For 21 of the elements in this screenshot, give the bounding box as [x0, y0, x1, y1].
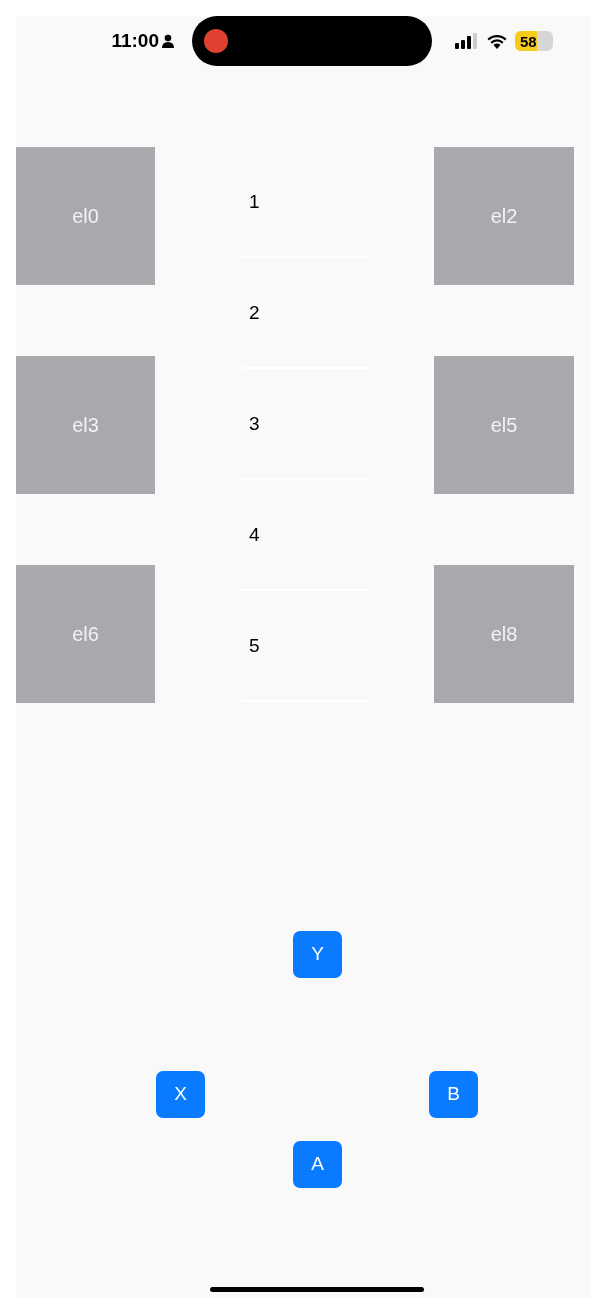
pad-button[interactable]: B [429, 1071, 478, 1118]
pad-button[interactable]: A [293, 1141, 342, 1188]
grid-tile: el8 [434, 565, 574, 703]
signal-icon [455, 33, 479, 49]
grid-tile: el5 [434, 356, 574, 494]
battery-indicator: 58 [515, 31, 553, 51]
recording-dot-icon [204, 29, 228, 53]
status-time: 11:00 [111, 28, 159, 53]
wifi-icon [487, 33, 507, 49]
person-icon [162, 34, 174, 48]
list-item: 1 [249, 192, 260, 211]
list-item: 3 [249, 414, 260, 433]
pad-button[interactable]: X [156, 1071, 205, 1118]
list-item: 2 [249, 303, 260, 322]
grid-tile: el2 [434, 147, 574, 285]
grid-tile: el6 [16, 565, 155, 703]
grid-tile: el0 [16, 147, 155, 285]
pad-button[interactable]: Y [293, 931, 342, 978]
list-item: 4 [249, 525, 260, 544]
grid-tile: el3 [16, 356, 155, 494]
list-item: 5 [249, 636, 260, 655]
